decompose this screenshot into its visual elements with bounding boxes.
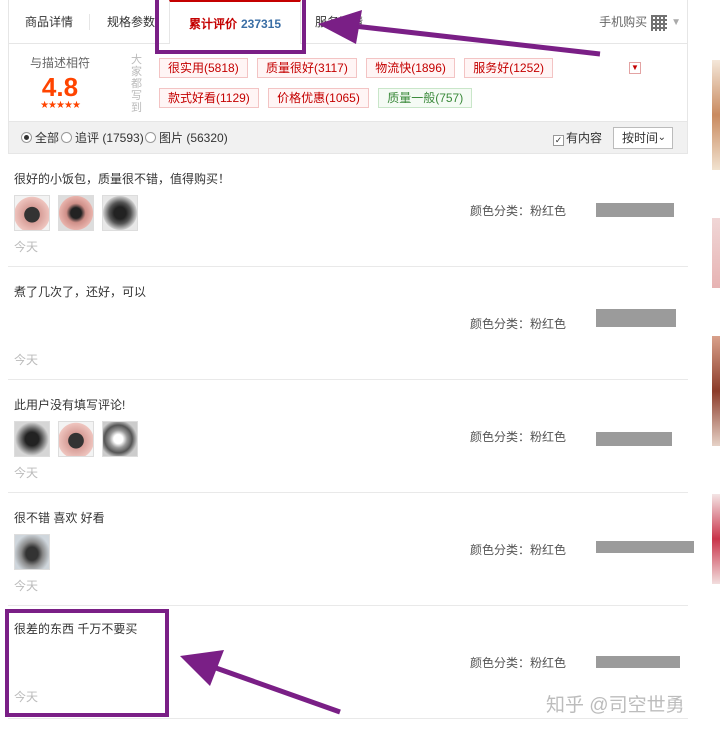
review-date: 今天 (14, 240, 39, 254)
related-products-strip (712, 60, 720, 700)
annotation-highlight-bad-review (5, 609, 169, 717)
reviewer-name-redacted (596, 541, 694, 553)
review-photos (14, 421, 146, 457)
review-tag-list: 很实用(5818) 质量很好(3117) 物流快(1896) 服务好(1252)… (159, 58, 619, 118)
radio-icon (145, 132, 156, 143)
watermark: 知乎 @司空世勇 (546, 695, 685, 716)
review-text: 很好的小饭包，质量很不错，值得购买！ (14, 172, 231, 186)
review-text: 煮了几次了，还好，可以 (14, 285, 147, 299)
reviewer-name-redacted (596, 656, 680, 668)
qr-code-icon (651, 14, 668, 31)
related-product-thumb[interactable] (712, 494, 720, 584)
review-date: 今天 (14, 353, 39, 367)
filter-all[interactable]: 全部 (21, 122, 59, 154)
filter-followup[interactable]: 追评 (17593) (61, 122, 144, 154)
review-photos (14, 534, 58, 570)
mobile-buy-label: 手机购买 (599, 15, 648, 29)
filter-all-label: 全部 (35, 131, 60, 145)
filter-followup-label: 追评 (17593) (75, 131, 144, 145)
reviewer-name-redacted (596, 309, 676, 327)
radio-icon (61, 132, 72, 143)
chevron-down-icon: ⌄ (657, 132, 666, 143)
detail-tab-bar: 商品详情 规格参数 累计评价 237315 服务详情 手机购买 ▼ (8, 0, 688, 44)
review-filter-bar: 全部 追评 (17593) 图片 (56320) ✓ 有内容 按时间 ⌄ (8, 122, 688, 154)
rating-summary: 与描述相符 4.8 ★★★★★ 大家都写到 很实用(5818) 质量很好(311… (8, 44, 688, 122)
review-sku: 颜色分类：粉红色 (470, 317, 567, 331)
review-tag[interactable]: 物流快(1896) (366, 58, 455, 78)
review-item: 很好的小饭包，质量很不错，值得购买！ 今天 颜色分类：粉红色 (8, 154, 688, 267)
review-tag[interactable]: 很实用(5818) (159, 58, 248, 78)
tab-product-details[interactable]: 商品详情 (9, 0, 89, 44)
review-text: 此用户没有填写评论! (14, 398, 126, 412)
review-photo[interactable] (58, 421, 94, 457)
review-photo[interactable] (102, 195, 138, 231)
filter-images-label: 图片 (56320) (159, 131, 228, 145)
related-product-thumb[interactable] (712, 336, 720, 446)
review-photo[interactable] (14, 421, 50, 457)
expand-tags-icon[interactable]: ▼ (629, 62, 641, 74)
rating-label: 与描述相符 (29, 56, 90, 70)
review-item: 煮了几次了，还好，可以 今天 颜色分类：粉红色 (8, 267, 688, 380)
review-photo[interactable] (102, 421, 138, 457)
review-date: 今天 (14, 466, 39, 480)
rating-block: 与描述相符 4.8 ★★★★★ (25, 54, 95, 111)
review-date: 今天 (14, 579, 39, 593)
sort-select[interactable]: 按时间 ⌄ (613, 127, 673, 149)
review-tag[interactable]: 服务好(1252) (464, 58, 553, 78)
filter-images[interactable]: 图片 (56320) (145, 122, 228, 154)
review-tag[interactable]: 款式好看(1129) (159, 88, 259, 108)
annotation-highlight-reviews-tab (155, 0, 306, 54)
mobile-buy-link[interactable]: 手机购买 ▼ (599, 0, 681, 44)
review-tag[interactable]: 质量一般(757) (378, 88, 473, 108)
related-product-thumb[interactable] (712, 218, 720, 288)
dropdown-caret-icon: ▼ (671, 16, 681, 28)
checkbox-icon: ✓ (553, 135, 564, 146)
radio-icon (21, 132, 32, 143)
tab-divider (89, 14, 90, 30)
review-sku: 颜色分类：粉红色 (470, 656, 567, 670)
review-sku: 颜色分类：粉红色 (470, 430, 567, 444)
review-tag[interactable]: 价格优惠(1065) (268, 88, 369, 108)
has-content-label: 有内容 (566, 131, 603, 145)
reviewer-name-redacted (596, 203, 674, 217)
review-tag[interactable]: 质量很好(3117) (257, 58, 357, 78)
review-sku: 颜色分类：粉红色 (470, 543, 567, 557)
review-photo[interactable] (14, 534, 50, 570)
sort-select-value: 按时间 (622, 131, 659, 145)
review-photo[interactable] (58, 195, 94, 231)
review-photo[interactable] (14, 195, 50, 231)
filter-has-content[interactable]: ✓ 有内容 (553, 122, 602, 154)
review-item: 此用户没有填写评论! 今天 颜色分类：粉红色 (8, 380, 688, 493)
review-sku: 颜色分类：粉红色 (470, 204, 567, 218)
tab-service[interactable]: 服务详情 (315, 0, 375, 44)
tags-heading: 大家都写到 (131, 54, 142, 114)
review-item: 很不错 喜欢 好看 今天 颜色分类：粉红色 (8, 493, 694, 606)
related-product-thumb[interactable] (712, 60, 720, 170)
reviewer-name-redacted (596, 432, 672, 446)
review-photos (14, 195, 146, 231)
rating-score: 4.8 (41, 72, 79, 102)
rating-stars: ★★★★★ (40, 100, 81, 111)
review-text: 很不错 喜欢 好看 (14, 511, 105, 525)
